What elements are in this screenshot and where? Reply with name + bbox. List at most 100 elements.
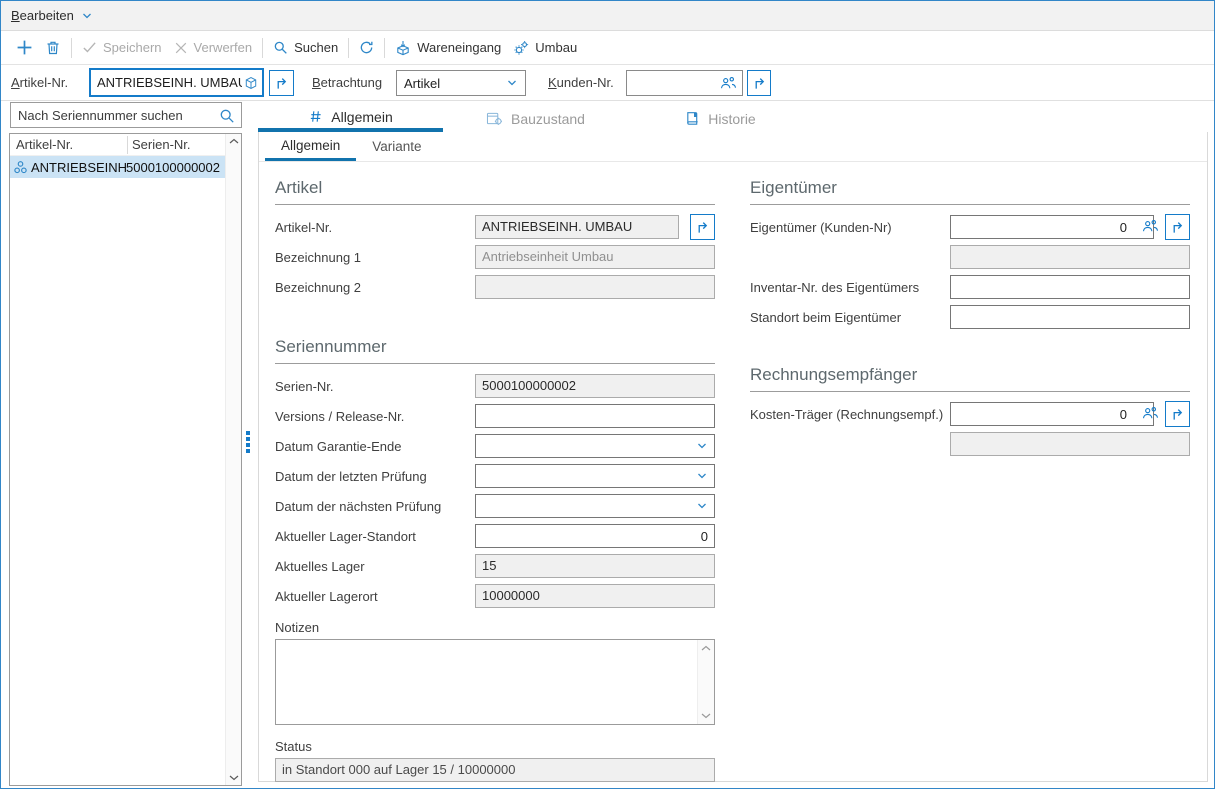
field-naechste-pruefung-label: Datum der nächsten Prüfung <box>275 499 475 514</box>
scroll-up-icon[interactable] <box>229 138 239 144</box>
wareneingang-button[interactable]: Wareneingang <box>389 35 507 61</box>
field-serien-nr: Serien-Nr. 5000100000002 <box>275 374 715 398</box>
panel-splitter[interactable] <box>246 431 251 455</box>
field-inventar-nr: Inventar-Nr. des Eigentümers <box>750 275 1190 299</box>
serial-list: Artikel-Nr. Serien-Nr. ANTRIEBSEINH... 5… <box>9 133 242 786</box>
record-header-bar: Artikel-Nr. Betrachtung Artikel Kunden-N… <box>1 65 1214 101</box>
betrachtung-select[interactable]: Artikel <box>396 70 526 96</box>
serial-search-input[interactable] <box>11 103 241 127</box>
field-garantie-ende-label: Datum Garantie-Ende <box>275 439 475 454</box>
status-label: Status <box>275 739 715 754</box>
field-lagerort-label: Aktueller Lagerort <box>275 589 475 604</box>
list-item-artikel: ANTRIEBSEINH... <box>31 160 126 175</box>
subtab-variante[interactable]: Variante <box>356 132 437 161</box>
column-header-artikel[interactable]: Artikel-Nr. <box>10 137 127 152</box>
field-eigentuemer-kunde-input[interactable] <box>950 215 1154 239</box>
field-garantie-ende-input[interactable] <box>475 434 715 458</box>
field-artikel-nr-label: Artikel-Nr. <box>275 220 475 235</box>
field-inventar-nr-label: Inventar-Nr. des Eigentümers <box>750 280 950 295</box>
people-group-icon[interactable] <box>1142 406 1159 420</box>
field-eigentuemer-name <box>750 245 1190 269</box>
menu-bar: Bearbeiten <box>1 1 1214 31</box>
field-serien-nr-value: 5000100000002 <box>475 374 715 398</box>
field-lagerort-value: 10000000 <box>475 584 715 608</box>
field-kostentraeger-input[interactable] <box>950 402 1154 426</box>
section-artikel-title: Artikel <box>275 178 715 205</box>
serial-list-header: Artikel-Nr. Serien-Nr. <box>10 134 241 156</box>
subtab-allgemein-label: Allgemein <box>281 138 340 153</box>
assembly-icon <box>13 160 28 175</box>
toolbar: Speichern Verwerfen Suchen Warenein <box>1 31 1214 65</box>
scroll-down-icon[interactable] <box>701 713 711 719</box>
field-bezeichnung1-value: Antriebseinheit Umbau <box>475 245 715 269</box>
kunden-goto-button[interactable] <box>747 70 771 96</box>
x-mark-icon <box>174 41 188 55</box>
artikel-detail-goto-button[interactable] <box>690 214 715 240</box>
field-version-label: Versions / Release-Nr. <box>275 409 475 424</box>
tab-bauzustand-label: Bauzustand <box>511 111 585 127</box>
artikel-nr-field[interactable] <box>89 68 264 97</box>
field-bezeichnung1: Bezeichnung 1 Antriebseinheit Umbau <box>275 245 715 269</box>
kostentraeger-goto-button[interactable] <box>1165 401 1190 427</box>
field-version-input[interactable] <box>475 404 715 428</box>
field-rechnung-name <box>750 432 1190 456</box>
refresh-button[interactable] <box>353 35 380 61</box>
field-naechste-pruefung-input[interactable] <box>475 494 715 518</box>
field-lager-standort-label: Aktueller Lager-Standort <box>275 529 475 544</box>
field-bezeichnung2: Bezeichnung 2 <box>275 275 715 299</box>
magnifier-icon[interactable] <box>219 108 235 124</box>
sub-tab-bar: Allgemein Variante <box>259 132 1207 162</box>
trash-icon <box>45 40 61 56</box>
toolbar-separator <box>71 38 72 58</box>
tab-allgemein[interactable]: Allgemein <box>258 105 443 132</box>
notizen-textarea[interactable] <box>276 640 714 724</box>
turn-right-arrow-icon <box>695 220 710 235</box>
people-group-icon[interactable] <box>1142 219 1159 233</box>
people-group-icon[interactable] <box>720 76 737 90</box>
betrachtung-label: Betrachtung <box>312 75 382 90</box>
artikel-nr-input[interactable] <box>95 75 244 90</box>
cube-icon[interactable] <box>244 76 258 90</box>
field-version: Versions / Release-Nr. <box>275 404 715 428</box>
serial-search-field[interactable] <box>10 102 242 128</box>
discard-button[interactable]: Verwerfen <box>168 35 259 61</box>
list-scrollbar[interactable] <box>225 134 241 785</box>
search-button-label: Suchen <box>294 40 338 55</box>
tab-allgemein-label: Allgemein <box>331 109 392 125</box>
delete-button[interactable] <box>39 35 67 61</box>
kunden-nr-field[interactable] <box>626 70 743 96</box>
field-bezeichnung2-value <box>475 275 715 299</box>
notizen-label: Notizen <box>275 620 715 635</box>
field-lager-standort: Aktueller Lager-Standort <box>275 524 715 548</box>
field-letzte-pruefung-label: Datum der letzten Prüfung <box>275 469 475 484</box>
notizen-scrollbar[interactable] <box>697 640 714 724</box>
eigentuemer-goto-button[interactable] <box>1165 214 1190 240</box>
field-letzte-pruefung-input[interactable] <box>475 464 715 488</box>
tab-bauzustand[interactable]: Bauzustand <box>443 105 628 132</box>
menu-bearbeiten[interactable]: Bearbeiten <box>11 8 93 23</box>
toolbar-separator <box>384 38 385 58</box>
artikel-goto-button[interactable] <box>269 70 294 96</box>
gears-icon <box>513 40 529 56</box>
tab-historie[interactable]: Historie <box>628 105 813 132</box>
scroll-up-icon[interactable] <box>701 645 711 651</box>
field-standort-eigentuemer-input[interactable] <box>950 305 1190 329</box>
field-artikel-nr: Artikel-Nr. ANTRIEBSEINH. UMBAU <box>275 215 715 239</box>
umbau-button[interactable]: Umbau <box>507 35 583 61</box>
check-icon <box>82 40 97 55</box>
list-item[interactable]: ANTRIEBSEINH... 5000100000002 <box>10 156 225 178</box>
new-button[interactable] <box>10 35 39 61</box>
field-eigentuemer-kunde: Eigentümer (Kunden-Nr) <box>750 215 1190 239</box>
field-lager-standort-input[interactable] <box>475 524 715 548</box>
main-tab-bar: Allgemein Bauzustand Historie <box>258 105 813 132</box>
field-eigentuemer-kunde-label: Eigentümer (Kunden-Nr) <box>750 220 950 235</box>
chevron-down-icon <box>81 10 93 22</box>
search-button[interactable]: Suchen <box>267 35 344 61</box>
betrachtung-select-value: Artikel <box>404 76 440 91</box>
scroll-down-icon[interactable] <box>229 775 239 781</box>
field-letzte-pruefung: Datum der letzten Prüfung <box>275 464 715 488</box>
subtab-allgemein[interactable]: Allgemein <box>265 132 356 161</box>
field-inventar-nr-input[interactable] <box>950 275 1190 299</box>
save-button[interactable]: Speichern <box>76 35 168 61</box>
field-garantie-ende: Datum Garantie-Ende <box>275 434 715 458</box>
